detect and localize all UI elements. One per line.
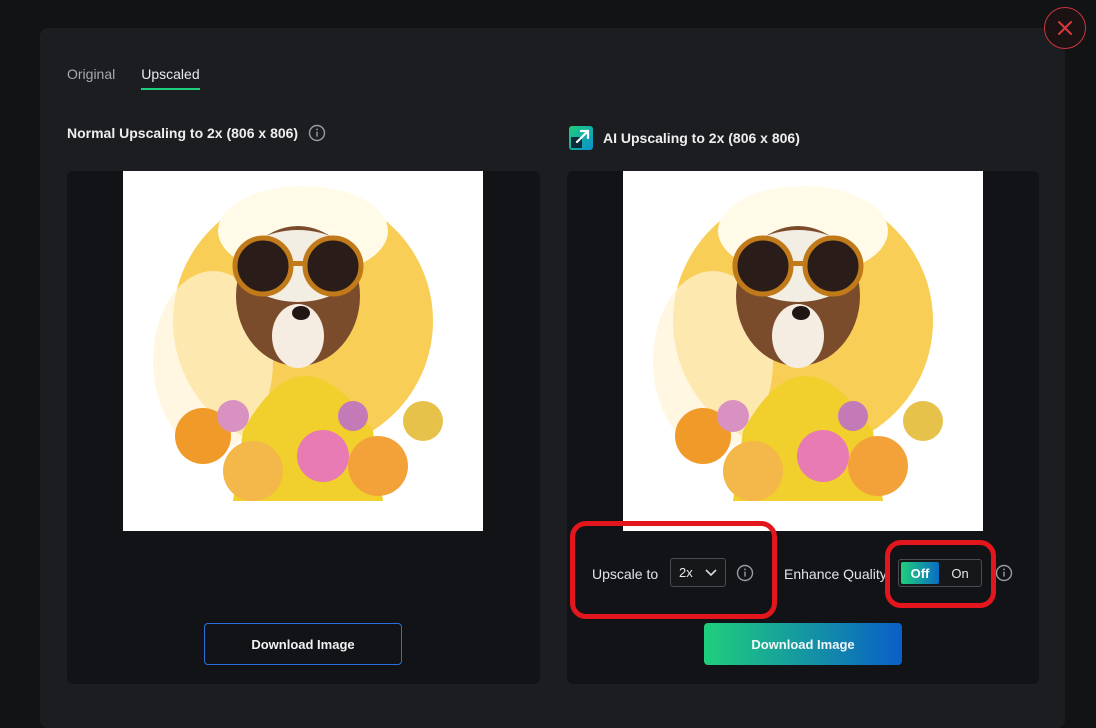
view-tabs: Original Upscaled <box>67 66 200 90</box>
ai-upscaled-image <box>623 171 983 531</box>
ai-upscale-title: AI Upscaling to 2x (806 x 806) <box>567 124 800 152</box>
chevron-down-icon <box>705 568 717 576</box>
tab-upscaled[interactable]: Upscaled <box>141 66 200 90</box>
upscale-factor-select[interactable]: 2x <box>670 558 726 587</box>
ai-upscale-icon <box>569 126 593 150</box>
normal-upscale-title: Normal Upscaling to 2x (806 x 806) <box>67 124 326 142</box>
download-ai-button[interactable]: Download Image <box>704 623 902 665</box>
close-icon <box>1058 21 1072 35</box>
upscale-factor-value: 2x <box>679 565 693 580</box>
enhance-quality-toggle[interactable]: Off On <box>898 559 982 587</box>
normal-upscale-panel <box>67 171 540 684</box>
ai-upscale-panel <box>567 171 1039 684</box>
upscale-to-label: Upscale to <box>592 566 659 582</box>
info-icon[interactable] <box>995 564 1013 587</box>
normal-upscale-title-text: Normal Upscaling to 2x (806 x 806) <box>67 125 299 141</box>
close-button[interactable] <box>1044 7 1086 49</box>
download-normal-button[interactable]: Download Image <box>204 623 402 665</box>
tab-original[interactable]: Original <box>67 66 115 90</box>
ai-upscale-title-text: AI Upscaling to 2x (806 x 806) <box>603 130 800 146</box>
enhance-quality-label: Enhance Quality <box>784 566 887 582</box>
normal-upscaled-image <box>123 171 483 531</box>
toggle-on-option[interactable]: On <box>941 562 979 584</box>
info-icon[interactable] <box>736 564 754 587</box>
toggle-off-option[interactable]: Off <box>901 562 939 584</box>
info-icon[interactable] <box>308 124 326 142</box>
